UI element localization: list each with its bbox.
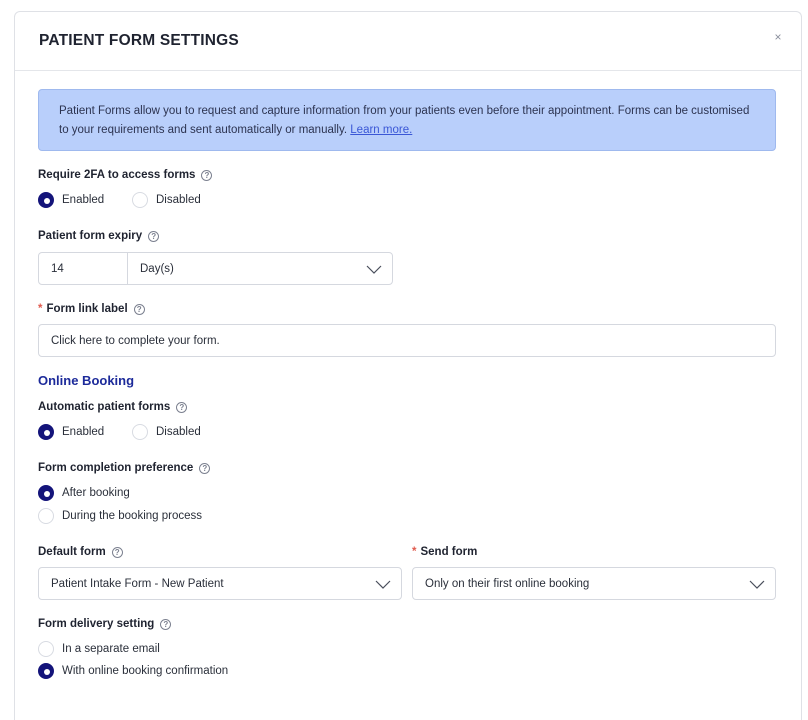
require-2fa-disabled-radio[interactable]: Disabled	[132, 192, 201, 208]
radio-label: During the booking process	[62, 510, 202, 522]
radio-selected-icon	[38, 424, 54, 440]
default-form-label-text: Default form	[38, 546, 106, 558]
help-icon[interactable]: ?	[160, 618, 172, 630]
during-booking-radio[interactable]: During the booking process	[38, 508, 202, 524]
automatic-forms-disabled-radio[interactable]: Disabled	[132, 424, 201, 440]
chevron-down-icon	[749, 580, 765, 589]
form-link-label-input[interactable]: Click here to complete your form.	[38, 324, 776, 357]
chevron-down-icon	[366, 265, 382, 274]
radio-label: Disabled	[156, 426, 201, 438]
help-icon[interactable]: ?	[176, 401, 188, 413]
form-expiry-label-text: Patient form expiry	[38, 230, 143, 242]
completion-preference-label-text: Form completion preference	[38, 462, 194, 474]
send-form-label-text: Send form	[420, 546, 478, 558]
help-icon[interactable]: ?	[133, 303, 145, 315]
modal-header: PATIENT FORM SETTINGS ×	[15, 12, 801, 71]
form-link-label-text: Form link label	[46, 303, 128, 315]
radio-unselected-icon	[38, 508, 54, 524]
send-form-value: Only on their first online booking	[425, 577, 590, 590]
completion-preference-label: Form completion preference ?	[38, 462, 211, 474]
expiry-number-input[interactable]: 14	[38, 252, 128, 285]
radio-selected-icon	[38, 485, 54, 501]
radio-label: Enabled	[62, 194, 105, 206]
radio-label: Enabled	[62, 426, 105, 438]
radio-unselected-icon	[132, 192, 148, 208]
chevron-down-icon	[375, 580, 391, 589]
expiry-unit-select[interactable]: Day(s)	[127, 252, 393, 285]
help-icon[interactable]: ?	[201, 169, 213, 181]
radio-label: Disabled	[156, 194, 201, 206]
info-banner: Patient Forms allow you to request and c…	[38, 89, 776, 151]
automatic-forms-enabled-radio[interactable]: Enabled	[38, 424, 104, 440]
modal-title: PATIENT FORM SETTINGS	[39, 32, 239, 49]
separate-email-radio[interactable]: In a separate email	[38, 641, 160, 657]
form-expiry-label: Patient form expiry ?	[38, 230, 160, 242]
radio-selected-icon	[38, 192, 54, 208]
radio-label: After booking	[62, 487, 130, 499]
radio-label: In a separate email	[62, 643, 160, 655]
radio-unselected-icon	[132, 424, 148, 440]
expiry-unit-value: Day(s)	[140, 262, 174, 275]
help-icon[interactable]: ?	[148, 230, 160, 242]
default-form-value: Patient Intake Form - New Patient	[51, 577, 224, 590]
close-icon[interactable]: ×	[771, 30, 785, 44]
automatic-forms-label: Automatic patient forms ?	[38, 401, 188, 413]
require-2fa-enabled-radio[interactable]: Enabled	[38, 192, 104, 208]
with-confirmation-radio[interactable]: With online booking confirmation	[38, 663, 228, 679]
required-marker: *	[38, 303, 43, 315]
radio-selected-icon	[38, 663, 54, 679]
delivery-setting-label-text: Form delivery setting	[38, 618, 155, 630]
required-marker: *	[412, 546, 417, 558]
send-form-select[interactable]: Only on their first online booking	[412, 567, 776, 600]
after-booking-radio[interactable]: After booking	[38, 485, 130, 501]
default-form-select[interactable]: Patient Intake Form - New Patient	[38, 567, 402, 600]
form-link-label: * Form link label ?	[38, 303, 145, 315]
require-2fa-label-text: Require 2FA to access forms	[38, 169, 196, 181]
send-form-label: * Send form	[412, 546, 477, 558]
radio-unselected-icon	[38, 641, 54, 657]
help-icon[interactable]: ?	[199, 462, 211, 474]
require-2fa-label: Require 2FA to access forms ?	[38, 169, 213, 181]
delivery-setting-label: Form delivery setting ?	[38, 618, 172, 630]
default-form-label: Default form ?	[38, 546, 123, 558]
automatic-forms-label-text: Automatic patient forms	[38, 401, 171, 413]
online-booking-heading: Online Booking	[38, 373, 135, 388]
learn-more-link[interactable]: Learn more.	[350, 124, 412, 136]
help-icon[interactable]: ?	[111, 546, 123, 558]
radio-label: With online booking confirmation	[62, 665, 229, 677]
